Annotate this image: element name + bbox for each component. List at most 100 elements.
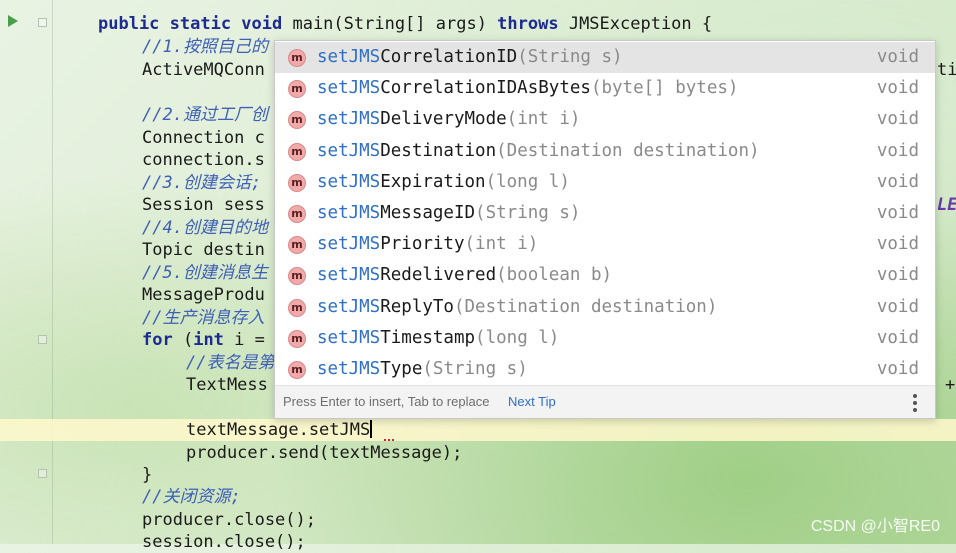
method-icon: m xyxy=(288,49,306,67)
keyword: for xyxy=(142,330,173,350)
completion-item[interactable]: m setJMSType(String s) void xyxy=(275,354,935,385)
method-signature: setJMSCorrelationID(String s) xyxy=(317,42,623,73)
method-signature: setJMSRedelivered(boolean b) xyxy=(317,260,612,291)
match-text: setJMS xyxy=(317,359,381,379)
keyword: public static void xyxy=(98,14,283,34)
method-name: Expiration xyxy=(380,171,486,192)
completion-hint: Press Enter to insert, Tab to replace xyxy=(283,394,490,409)
return-type: void xyxy=(876,265,919,286)
method-icon: m xyxy=(288,236,306,255)
watermark: CSDN @小智RE0 xyxy=(810,518,940,535)
method-name: DeliveryMode xyxy=(380,109,507,130)
method-signature: setJMSDestination(Destination destinatio… xyxy=(317,136,760,167)
method-name: Destination xyxy=(380,140,497,161)
return-type: void xyxy=(876,47,919,67)
method-icon: m xyxy=(288,205,306,223)
method-name: CorrelationID xyxy=(380,47,518,67)
method-params: (int i) xyxy=(464,234,539,255)
code-comment: //5.创建消息生 xyxy=(142,263,268,283)
match-text: setJMS xyxy=(317,109,381,130)
method-signature: setJMSReplyTo(Destination destination) xyxy=(317,292,717,323)
match-text: setJMS xyxy=(317,203,381,223)
return-type: void xyxy=(876,327,919,348)
current-code-line[interactable]: textMessage.setJMS xyxy=(186,419,373,441)
return-type: void xyxy=(876,78,919,99)
code-line: producer.close(); xyxy=(142,510,316,530)
completion-item[interactable]: m setJMSReplyTo(Destination destination) v… xyxy=(275,292,935,323)
next-tip-link[interactable]: Next Tip xyxy=(508,386,556,418)
match-text: setJMS xyxy=(317,327,381,348)
method-params: (Destination destination) xyxy=(496,140,760,161)
method-signature: setJMSTimestamp(long l) xyxy=(317,323,559,354)
completion-item[interactable]: m setJMSCorrelationIDAsBytes(byte[] bytes… xyxy=(275,73,935,104)
code-comment: //表名是第 xyxy=(186,353,275,373)
return-type: void xyxy=(876,109,919,130)
return-type: void xyxy=(876,234,919,255)
code-line: session.close(); xyxy=(142,532,306,552)
completion-item[interactable]: m setJMSDestination(Destination destinati… xyxy=(275,136,935,167)
method-signature: setJMSType(String s) xyxy=(317,354,528,385)
method-signature: setJMSExpiration(long l) xyxy=(317,167,570,198)
code-comment: //1.按照自己的 xyxy=(142,37,268,57)
completion-item[interactable]: m setJMSRedelivered(boolean b) void xyxy=(275,260,935,291)
method-name: Redelivered xyxy=(380,265,497,286)
method-params: (long l) xyxy=(485,171,570,192)
method-name: Timestamp xyxy=(380,327,476,348)
code-line: public static void main(String[] args) t… xyxy=(98,13,712,35)
match-text: setJMS xyxy=(317,47,381,67)
completion-item[interactable]: m setJMSDeliveryMode(int i) void xyxy=(275,104,935,135)
run-arrow-icon[interactable] xyxy=(8,15,18,27)
code-fragment: LE xyxy=(937,195,956,215)
match-text: setJMS xyxy=(317,296,381,317)
code-comment: //4.创建目的地 xyxy=(142,218,268,238)
code-comment: //关闭资源; xyxy=(142,487,241,507)
code-comment: //2.通过工厂创 xyxy=(142,105,268,125)
completion-item[interactable]: m setJMSCorrelationID(String s) void xyxy=(275,42,935,73)
method-name: ReplyTo xyxy=(380,296,454,317)
fold-marker-icon[interactable] xyxy=(38,469,47,478)
code-completion-popup[interactable]: m setJMSCorrelationID(String s) void m setJM… xyxy=(274,40,936,419)
method-name: MessageID xyxy=(380,203,476,223)
code-line: connection.s xyxy=(142,150,265,170)
completion-item[interactable]: m setJMSTimestamp(long l) void xyxy=(275,323,935,354)
match-text: setJMS xyxy=(317,265,381,286)
method-icon: m xyxy=(288,142,306,161)
completion-item[interactable]: m setJMSExpiration(long l) void xyxy=(275,167,935,198)
error-squiggle xyxy=(384,436,394,441)
method-signature: setJMSMessageID(String s) xyxy=(317,198,580,229)
method-icon: m xyxy=(288,298,306,317)
method-signature: setJMSPriority(int i) xyxy=(317,229,538,260)
code-line: TextMess xyxy=(186,375,268,395)
match-text: setJMS xyxy=(317,234,381,255)
method-params: (boolean b) xyxy=(496,265,613,286)
method-icon: m xyxy=(288,173,306,192)
return-type: void xyxy=(876,359,919,379)
code-fragment: + xyxy=(945,375,956,395)
code-line: MessageProdu xyxy=(142,285,265,305)
code-comment: //3.创建会话; xyxy=(142,173,262,193)
method-params: (Destination destination) xyxy=(453,296,718,317)
fold-marker-icon[interactable] xyxy=(38,335,47,344)
method-signature: setJMSCorrelationIDAsBytes(byte[] bytes) xyxy=(317,73,738,104)
fold-marker-icon[interactable] xyxy=(38,18,47,27)
completion-item[interactable]: m setJMSMessageID(String s) void xyxy=(275,198,935,229)
code-line: } xyxy=(142,465,153,485)
code-line: Session sess xyxy=(142,195,265,215)
method-params: (String s) xyxy=(517,47,623,67)
keyword: throws xyxy=(497,14,559,34)
code-line: Connection c xyxy=(142,128,265,148)
more-vertical-icon[interactable] xyxy=(913,394,917,412)
completion-item[interactable]: m setJMSPriority(int i) void xyxy=(275,229,935,260)
method-params: (byte[] bytes) xyxy=(590,78,739,99)
code-line: producer.send(textMessage); xyxy=(186,443,463,463)
completion-footer: Press Enter to insert, Tab to replace Ne… xyxy=(275,385,935,418)
match-text: setJMS xyxy=(317,171,381,192)
method-icon: m xyxy=(288,111,306,130)
keyword: int xyxy=(193,330,224,350)
code-fragment: ti xyxy=(937,60,956,80)
return-type: void xyxy=(876,296,919,317)
method-icon: m xyxy=(288,361,306,379)
method-params: (String s) xyxy=(475,203,581,223)
code-line: ActiveMQConn xyxy=(142,60,265,80)
return-type: void xyxy=(876,171,919,192)
